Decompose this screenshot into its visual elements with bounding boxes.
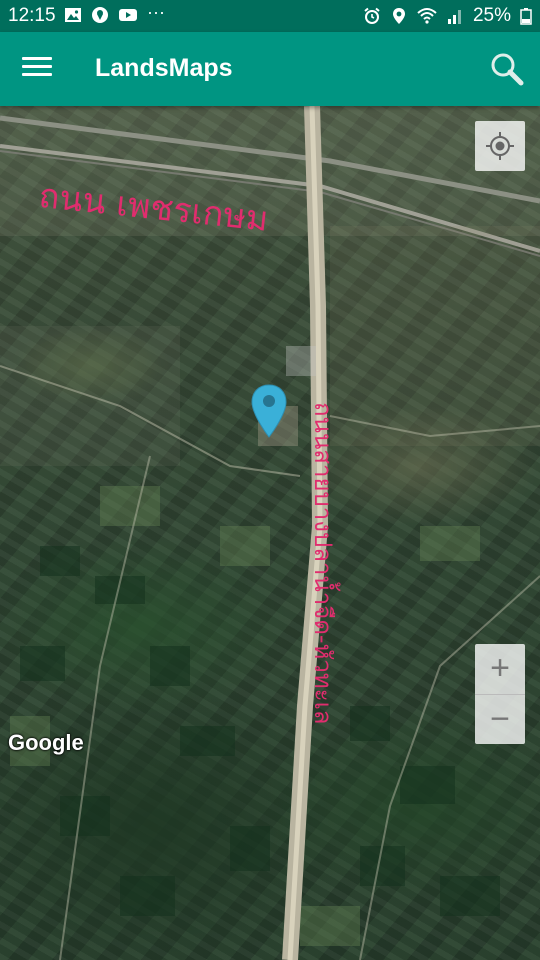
- status-right-icons: 25%: [363, 5, 532, 27]
- google-attribution: Google: [8, 730, 84, 755]
- youtube-icon: [119, 9, 137, 21]
- menu-button[interactable]: [20, 52, 54, 86]
- zoom-controls: + −: [475, 644, 525, 744]
- app-bar: LandsMaps: [0, 32, 540, 106]
- image-icon: [65, 8, 81, 22]
- maps-icon: [92, 7, 108, 23]
- my-location-icon: [486, 132, 514, 160]
- menu-icon: [22, 57, 52, 60]
- battery-icon: [520, 8, 532, 25]
- menu-icon-line: [22, 65, 52, 68]
- zoom-in-button[interactable]: +: [475, 644, 525, 694]
- status-left-icons: ···: [64, 2, 165, 24]
- app-title: LandsMaps: [95, 54, 233, 82]
- my-location-button[interactable]: [475, 121, 525, 171]
- map-imagery: [0, 106, 540, 960]
- status-time: 12:15: [8, 5, 56, 26]
- more-icon: ···: [147, 1, 165, 22]
- wifi-icon: [417, 8, 437, 24]
- map-pin-icon[interactable]: [250, 383, 288, 439]
- battery-level: 25%: [472, 5, 511, 26]
- map-view[interactable]: ถนน เพชรเกษม ถนนสายบางปลาน้ำจืด-หัวทะเล …: [0, 106, 540, 960]
- menu-icon-line: [22, 73, 52, 76]
- search-icon[interactable]: [488, 50, 526, 88]
- road-label-vertical: ถนนสายบางปลาน้ำจืด-หัวทะเล: [309, 402, 337, 725]
- location-icon: [392, 8, 405, 24]
- status-bar: 12:15 ··· 25%: [0, 0, 540, 32]
- alarm-icon: [364, 7, 380, 24]
- zoom-out-button[interactable]: −: [475, 694, 525, 745]
- signal-icon: [447, 10, 461, 24]
